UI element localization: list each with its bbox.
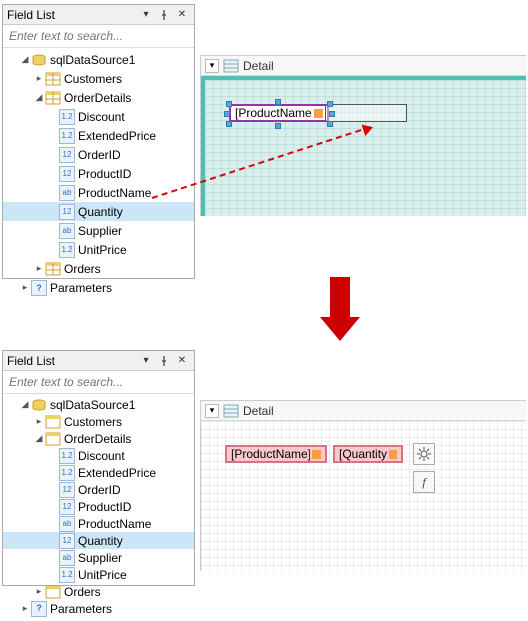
tree-field-extendedprice[interactable]: 1.2ExtendedPrice bbox=[3, 126, 194, 145]
sel-handle[interactable] bbox=[327, 121, 333, 127]
database-icon bbox=[31, 397, 47, 413]
sel-handle[interactable] bbox=[224, 111, 230, 117]
sel-handle[interactable] bbox=[275, 99, 281, 105]
tree-datasource[interactable]: ◢sqlDataSource1 bbox=[3, 396, 194, 413]
big-down-arrow bbox=[320, 277, 360, 341]
table-icon bbox=[45, 414, 61, 430]
pin-icon[interactable] bbox=[156, 353, 172, 369]
sel-handle[interactable] bbox=[329, 111, 335, 117]
band-label: Detail bbox=[243, 59, 274, 73]
smart-tag-icon[interactable] bbox=[389, 450, 397, 459]
tree-table-orderdetails[interactable]: ◢OrderDetails bbox=[3, 88, 194, 107]
tree-field-quantity[interactable]: 12Quantity bbox=[3, 202, 194, 221]
dropdown-icon[interactable]: ▾ bbox=[138, 353, 154, 369]
tree-field-discount[interactable]: 1.2Discount bbox=[3, 107, 194, 126]
designer-surface-top: ▾ Detail [ProductName] bbox=[200, 55, 526, 216]
field-list-panel-bottom: Field List ▾ ✕ ◢sqlDataSource1 ▸Customer… bbox=[2, 350, 195, 586]
table-icon bbox=[45, 431, 61, 447]
sel-handle[interactable] bbox=[275, 123, 281, 129]
tree-table-customers[interactable]: ▸Customers bbox=[3, 413, 194, 430]
field-list-panel-top: Field List ▾ ✕ ◢sqlDataSource1 ▸Customer… bbox=[2, 4, 195, 279]
tree: ◢sqlDataSource1 ▸Customers ◢OrderDetails… bbox=[3, 394, 194, 621]
smart-tag-icon[interactable] bbox=[312, 450, 321, 459]
band-header[interactable]: ▾ Detail bbox=[201, 56, 526, 76]
field-string-icon: ab bbox=[59, 185, 75, 201]
design-grid[interactable]: [ProductName] bbox=[201, 76, 526, 216]
field-int-icon: 12 bbox=[59, 166, 75, 182]
tree-field-quantity[interactable]: 12Quantity bbox=[3, 532, 194, 549]
tree-table-orderdetails[interactable]: ◢OrderDetails bbox=[3, 430, 194, 447]
band-label: Detail bbox=[243, 404, 274, 418]
tree-field-productname[interactable]: abProductName bbox=[3, 515, 194, 532]
sel-handle[interactable] bbox=[327, 101, 333, 107]
tree-field-supplier[interactable]: abSupplier bbox=[3, 549, 194, 566]
collapse-icon[interactable]: ▾ bbox=[205, 59, 219, 73]
field-int-icon: 12 bbox=[59, 204, 75, 220]
designer-surface-bottom: ▾ Detail [ProductName] [Quantity] f bbox=[200, 400, 526, 571]
database-icon bbox=[31, 52, 47, 68]
collapse-icon[interactable]: ▾ bbox=[205, 404, 219, 418]
control-quantity[interactable]: [Quantity] bbox=[333, 445, 403, 463]
field-decimal-icon: 1.2 bbox=[59, 128, 75, 144]
control-productname[interactable]: [ProductName] bbox=[229, 104, 329, 122]
control-text: [ProductName] bbox=[231, 447, 310, 461]
close-icon[interactable]: ✕ bbox=[174, 7, 190, 23]
tree-field-discount[interactable]: 1.2Discount bbox=[3, 447, 194, 464]
field-decimal-icon: 1.2 bbox=[59, 242, 75, 258]
chevron-right-icon: ▸ bbox=[33, 263, 45, 274]
band-icon bbox=[223, 403, 239, 419]
chevron-down-icon: ◢ bbox=[33, 92, 45, 103]
dropdown-icon[interactable]: ▾ bbox=[138, 7, 154, 23]
tree-table-orders[interactable]: ▸Orders bbox=[3, 259, 194, 278]
tree-parameters[interactable]: ▸?Parameters bbox=[3, 278, 194, 297]
tree-table-orders[interactable]: ▸Orders bbox=[3, 583, 194, 600]
search-input[interactable] bbox=[3, 25, 194, 48]
panel-title: Field List bbox=[7, 354, 138, 368]
table-icon bbox=[45, 261, 61, 277]
control-productname[interactable]: [ProductName] bbox=[225, 445, 327, 463]
chevron-right-icon: ▸ bbox=[33, 73, 45, 84]
field-string-icon: ab bbox=[59, 223, 75, 239]
smart-tag-icon[interactable] bbox=[314, 109, 323, 118]
control-text: [Quantity] bbox=[339, 447, 387, 461]
tree-parameters[interactable]: ▸?Parameters bbox=[3, 600, 194, 617]
tree-table-customers[interactable]: ▸Customers bbox=[3, 69, 194, 88]
search-input[interactable] bbox=[3, 371, 194, 394]
panel-header: Field List ▾ ✕ bbox=[3, 5, 194, 25]
design-grid[interactable]: [ProductName] [Quantity] f bbox=[201, 421, 526, 571]
close-icon[interactable]: ✕ bbox=[174, 353, 190, 369]
sel-handle[interactable] bbox=[226, 121, 232, 127]
field-int-icon: 12 bbox=[59, 147, 75, 163]
band-icon bbox=[223, 58, 239, 74]
tree-field-unitprice[interactable]: 1.2UnitPrice bbox=[3, 240, 194, 259]
tree-field-productid[interactable]: 12ProductID bbox=[3, 164, 194, 183]
control-text: [ProductName] bbox=[235, 106, 312, 120]
panel-title: Field List bbox=[7, 8, 138, 22]
drop-target-outline bbox=[325, 104, 407, 122]
tree-field-supplier[interactable]: abSupplier bbox=[3, 221, 194, 240]
tree-field-orderid[interactable]: 12OrderID bbox=[3, 481, 194, 498]
parameter-icon: ? bbox=[31, 280, 47, 296]
field-decimal-icon: 1.2 bbox=[59, 109, 75, 125]
tree-field-orderid[interactable]: 12OrderID bbox=[3, 145, 194, 164]
band-header[interactable]: ▾ Detail bbox=[201, 401, 526, 421]
tree-field-productid[interactable]: 12ProductID bbox=[3, 498, 194, 515]
table-icon bbox=[45, 584, 61, 600]
chevron-down-icon: ◢ bbox=[19, 54, 31, 65]
tree-field-unitprice[interactable]: 1.2UnitPrice bbox=[3, 566, 194, 583]
smart-tag-expression-button[interactable]: f bbox=[413, 471, 435, 493]
table-icon bbox=[45, 90, 61, 106]
pin-icon[interactable] bbox=[156, 7, 172, 23]
tree-field-extendedprice[interactable]: 1.2ExtendedPrice bbox=[3, 464, 194, 481]
smart-tag-gear-button[interactable] bbox=[413, 443, 435, 465]
panel-header: Field List ▾ ✕ bbox=[3, 351, 194, 371]
tree: ◢sqlDataSource1 ▸Customers ◢OrderDetails… bbox=[3, 48, 194, 301]
tree-datasource[interactable]: ◢sqlDataSource1 bbox=[3, 50, 194, 69]
table-icon bbox=[45, 71, 61, 87]
sel-handle[interactable] bbox=[226, 101, 232, 107]
chevron-right-icon: ▸ bbox=[19, 282, 31, 293]
